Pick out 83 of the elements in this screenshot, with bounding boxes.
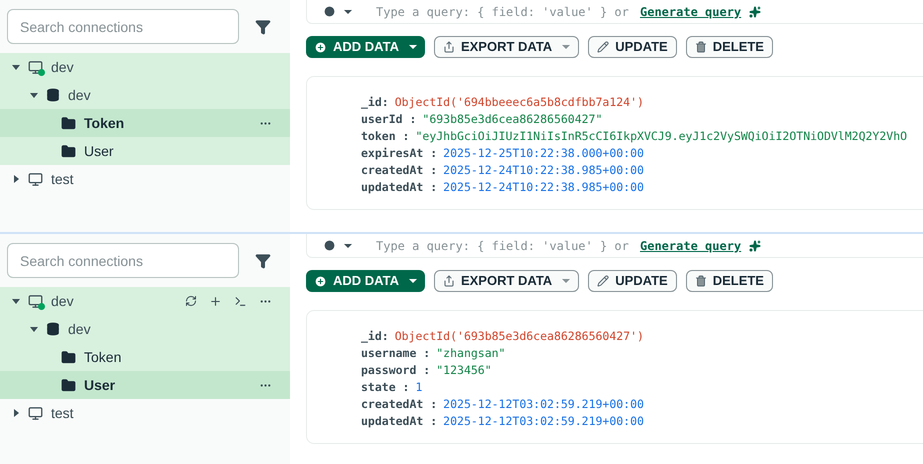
connection-name[interactable]: test xyxy=(51,168,74,190)
caret-down-icon[interactable] xyxy=(12,297,20,305)
field-key: updatedAt : xyxy=(361,179,438,196)
folder-icon xyxy=(61,144,76,158)
database-name[interactable]: dev xyxy=(68,84,91,106)
generate-query-link[interactable]: Generate query xyxy=(640,2,742,20)
collection-item[interactable]: Token xyxy=(0,343,290,371)
query-input[interactable]: Type a query: { field: 'value' } or xyxy=(376,2,632,20)
toolbar-button[interactable]: DELETE xyxy=(686,36,773,58)
caret-down-icon xyxy=(562,278,570,284)
pencil-icon xyxy=(597,41,610,53)
export-icon xyxy=(442,275,455,287)
toolbar-button[interactable]: UPDATE xyxy=(588,36,677,58)
query-bar[interactable]: Type a query: { field: 'value' } or Generate query xyxy=(306,234,923,258)
pencil-icon xyxy=(597,275,610,287)
field-key: expiresAt : xyxy=(361,145,438,162)
field-key: _id: xyxy=(361,94,389,111)
field-value: "123456" xyxy=(436,362,492,379)
field-value: "eyJhbGciOiJIUzI1NiIsInR5cCI6IkpXVCJ9.eyJ1c2VySWQiOiI2OTNiODVlM2Q2Y2VhO xyxy=(415,128,908,145)
caret-right-icon[interactable] xyxy=(12,409,20,417)
collection-item[interactable]: User xyxy=(0,371,290,399)
field-key: username : xyxy=(361,345,430,362)
field-value: 2025-12-25T10:22:38.000+00:00 xyxy=(443,145,644,162)
field-key: createdAt : xyxy=(361,162,438,179)
filter-icon[interactable] xyxy=(255,18,271,34)
generate-query-link[interactable]: Generate query xyxy=(640,236,742,254)
field-key: state : xyxy=(361,379,410,396)
field-value: 1 xyxy=(415,379,422,396)
refresh-icon[interactable] xyxy=(185,295,197,307)
plus-circle-icon xyxy=(314,274,327,288)
connection-name[interactable]: dev xyxy=(51,56,74,78)
caret-down-icon xyxy=(408,44,417,50)
filter-icon[interactable] xyxy=(255,252,271,268)
field-value: 2025-12-24T10:22:38.985+00:00 xyxy=(443,179,644,196)
field-value: 2025-12-12T03:02:59.219+00:00 xyxy=(443,396,644,413)
field-value: "zhangsan" xyxy=(436,345,506,362)
toolbar-button[interactable]: DELETE xyxy=(686,270,773,292)
add-icon[interactable] xyxy=(209,294,222,308)
caret-down-icon[interactable] xyxy=(12,63,20,71)
field-key: _id: xyxy=(361,328,389,345)
field-key: updatedAt : xyxy=(361,413,438,430)
connection-name[interactable]: dev xyxy=(51,290,74,312)
caret-down-icon xyxy=(408,278,417,284)
export-icon xyxy=(442,41,455,53)
toolbar-button[interactable]: ADD DATA xyxy=(306,270,425,292)
query-bar[interactable]: Type a query: { field: 'value' } or Generate query xyxy=(306,0,923,24)
query-input[interactable]: Type a query: { field: 'value' } or xyxy=(376,236,632,254)
field-value: ObjectId('694bbeeec6a5b8cdfbb7a124') xyxy=(394,94,644,111)
field-key: userId : xyxy=(361,111,416,128)
folder-icon xyxy=(61,378,76,392)
sparkle-icon xyxy=(749,240,762,252)
field-value: ObjectId('693b85e3d6cea86286560427') xyxy=(394,328,644,345)
toolbar-button[interactable]: ADD DATA xyxy=(306,36,425,58)
collection-item[interactable]: Token xyxy=(0,109,290,137)
folder-icon xyxy=(61,116,76,130)
trash-icon xyxy=(694,275,707,287)
field-key: password : xyxy=(361,362,430,379)
field-key: token : xyxy=(361,128,410,145)
caret-down-icon[interactable] xyxy=(344,242,352,248)
database-name[interactable]: dev xyxy=(68,318,91,340)
caret-down-icon[interactable] xyxy=(344,8,352,14)
toolbar-button[interactable]: EXPORT DATA xyxy=(434,270,580,292)
trash-icon xyxy=(694,41,707,53)
connection-name[interactable]: test xyxy=(51,402,74,424)
field-key: createdAt : xyxy=(361,396,438,413)
collection-item[interactable]: User xyxy=(0,137,290,165)
field-value: 2025-12-12T03:02:59.219+00:00 xyxy=(443,413,644,430)
field-value: "693b85e3d6cea86286560427" xyxy=(422,111,602,128)
caret-down-icon[interactable] xyxy=(30,91,38,99)
search-field[interactable]: Search connections xyxy=(7,243,239,278)
sparkle-icon xyxy=(749,6,762,18)
plus-circle-icon xyxy=(314,40,327,54)
shell-icon[interactable] xyxy=(234,294,247,308)
database-icon xyxy=(46,88,60,102)
database-icon xyxy=(46,322,60,336)
caret-down-icon[interactable] xyxy=(30,325,38,333)
folder-icon xyxy=(61,350,76,364)
caret-down-icon xyxy=(562,44,570,50)
toolbar-button[interactable]: UPDATE xyxy=(588,270,677,292)
search-field[interactable]: Search connections xyxy=(7,9,239,44)
caret-right-icon[interactable] xyxy=(12,175,20,183)
field-value: 2025-12-24T10:22:38.985+00:00 xyxy=(443,162,644,179)
toolbar-button[interactable]: EXPORT DATA xyxy=(434,36,580,58)
